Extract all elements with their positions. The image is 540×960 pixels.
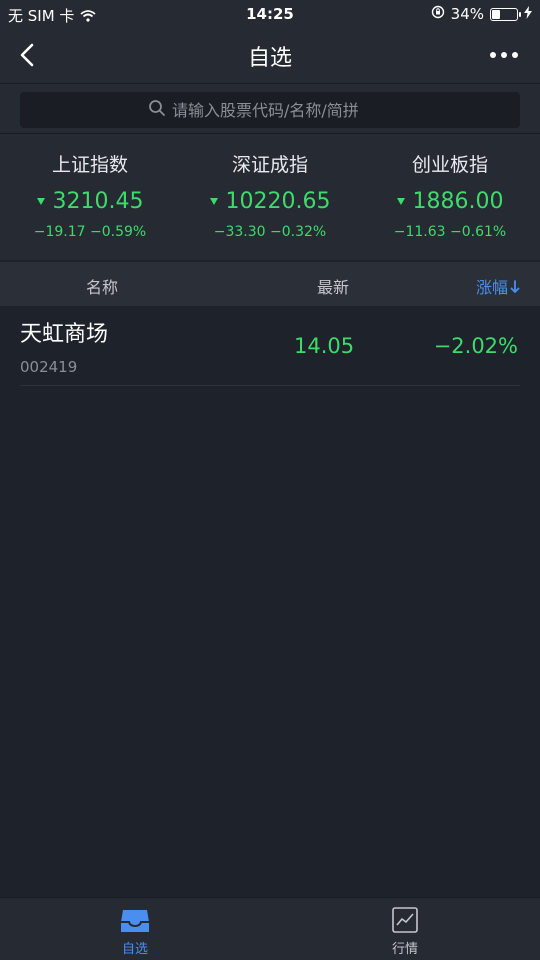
- battery-percent: 34%: [450, 5, 484, 23]
- down-arrow-icon: [36, 198, 45, 205]
- table-row[interactable]: 天虹商场 002419 14.05 −2.02%: [20, 308, 520, 386]
- stock-name: 天虹商场: [20, 322, 109, 347]
- tab-bar: 自选 行情: [0, 897, 540, 960]
- tab-market[interactable]: 行情: [365, 906, 445, 957]
- sort-down-icon: [510, 279, 520, 293]
- battery-icon: [490, 7, 521, 21]
- tab-label: 自选: [121, 942, 148, 957]
- more-dot: [490, 52, 496, 58]
- more-icon[interactable]: [490, 52, 518, 58]
- index-name: 深证成指: [231, 154, 308, 176]
- index-value-text: 3210.45: [52, 189, 144, 214]
- down-arrow-icon: [396, 198, 405, 205]
- index-name: 创业板指: [411, 154, 488, 176]
- index-shenzhen[interactable]: 深证成指 10220.65 −33.30 −0.32%: [180, 134, 360, 260]
- index-change: −11.63 −0.61%: [393, 224, 507, 240]
- index-value: 1886.00: [360, 189, 540, 214]
- rotation-lock-icon: [431, 5, 445, 23]
- charging-icon: [524, 5, 532, 23]
- search-icon: [148, 99, 166, 121]
- nav-bar: 自选: [0, 28, 540, 83]
- inbox-tray-icon: [119, 906, 151, 934]
- index-value: 10220.65: [180, 189, 360, 214]
- column-header-latest: 最新: [317, 278, 350, 297]
- table-header: 名称 最新 涨幅: [0, 262, 540, 306]
- search-input[interactable]: [172, 100, 392, 120]
- index-shanghai[interactable]: 上证指数 3210.45 −19.17 −0.59%: [0, 134, 180, 260]
- search-bar: [0, 83, 540, 133]
- column-header-change-label: 涨幅: [475, 278, 508, 297]
- column-header-name: 名称: [86, 278, 119, 297]
- index-value-text: 1886.00: [412, 189, 504, 214]
- more-dot: [501, 52, 507, 58]
- status-right: 34%: [431, 5, 532, 23]
- index-summary: 上证指数 3210.45 −19.17 −0.59% 深证成指 10220.65…: [0, 133, 540, 260]
- status-bar: 无 SIM 卡 14:25 34%: [0, 0, 540, 28]
- page-title: 自选: [247, 46, 292, 71]
- tab-label: 行情: [391, 942, 418, 957]
- index-value: 3210.45: [0, 189, 180, 214]
- column-header-change[interactable]: 涨幅: [476, 274, 520, 298]
- line-chart-icon: [389, 906, 421, 934]
- battery-fill: [492, 9, 500, 19]
- down-arrow-icon: [209, 198, 218, 205]
- stock-price: 14.05: [294, 334, 355, 358]
- index-value-text: 10220.65: [225, 189, 331, 214]
- stock-change: −2.02%: [433, 334, 518, 358]
- index-name: 上证指数: [51, 154, 128, 176]
- tab-watchlist[interactable]: 自选: [95, 906, 175, 957]
- stock-code: 002419: [20, 358, 78, 376]
- index-chinext[interactable]: 创业板指 1886.00 −11.63 −0.61%: [360, 134, 540, 260]
- index-change: −33.30 −0.32%: [213, 224, 327, 240]
- search-box[interactable]: [20, 92, 520, 128]
- index-change: −19.17 −0.59%: [33, 224, 147, 240]
- more-dot: [512, 52, 518, 58]
